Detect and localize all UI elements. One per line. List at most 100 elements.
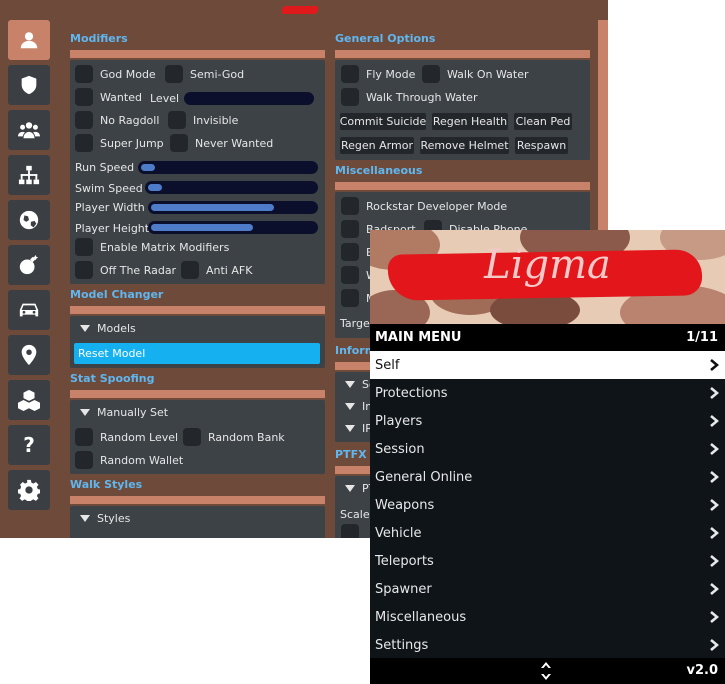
run-speed-slider[interactable] <box>138 161 318 174</box>
sidebar-item-settings[interactable] <box>8 470 50 510</box>
manually-set-dropdown[interactable]: Manually Set <box>80 406 168 419</box>
chevron-right-icon <box>710 499 719 511</box>
stat-spoofing-title: Stat Spoofing <box>70 372 155 385</box>
rockstar-dev-mode-checkbox[interactable]: Rockstar Developer Mode <box>341 197 507 215</box>
invisible-label: Invisible <box>193 113 239 127</box>
chevron-right-icon <box>710 471 719 483</box>
sidebar-item-spawner[interactable] <box>8 380 50 420</box>
off-the-radar-checkbox[interactable]: Off The Radar <box>75 261 176 279</box>
fly-mode-label: Fly Mode <box>366 67 416 81</box>
collapse-arrow-icon <box>345 425 355 432</box>
random-wallet-checkbox[interactable]: Random Wallet <box>75 451 183 469</box>
menu-item-general-online[interactable]: General Online <box>370 463 725 491</box>
random-bank-checkbox[interactable]: Random Bank <box>183 428 285 446</box>
no-ragdoll-checkbox[interactable]: No Ragdoll <box>75 111 159 129</box>
chevron-right-icon <box>710 359 719 371</box>
enable-matrix-checkbox[interactable]: Enable Matrix Modifiers <box>75 238 229 256</box>
globe-icon <box>19 210 39 230</box>
bomb-icon <box>19 254 39 275</box>
invisible-checkbox[interactable]: Invisible <box>168 111 238 129</box>
clean-ped-button[interactable]: Clean Ped <box>514 113 572 130</box>
model-changer-title: Model Changer <box>70 288 164 301</box>
wanted-label: Wanted <box>100 90 142 104</box>
sidebar-item-self[interactable] <box>8 20 50 60</box>
random-bank-label: Random Bank <box>208 430 285 444</box>
collapse-arrow-icon <box>80 409 90 416</box>
fly-mode-checkbox[interactable]: Fly Mode <box>341 65 415 83</box>
no-ragdoll-label: No Ragdoll <box>100 113 160 127</box>
commit-suicide-button[interactable]: Commit Suicide <box>340 113 426 130</box>
random-level-checkbox[interactable]: Random Level <box>75 428 178 446</box>
super-jump-label: Super Jump <box>100 136 164 150</box>
menu-item-spawner[interactable]: Spawner <box>370 575 725 603</box>
never-wanted-label: Never Wanted <box>195 136 274 150</box>
menu-item-self[interactable]: Self <box>370 351 725 379</box>
respawn-button[interactable]: Respawn <box>515 137 568 154</box>
car-icon <box>19 303 39 317</box>
regen-armor-button[interactable]: Regen Armor <box>340 137 414 154</box>
walk-styles-title: Walk Styles <box>70 478 143 491</box>
remove-helmet-button[interactable]: Remove Helmet <box>420 137 509 154</box>
wanted-checkbox[interactable]: Wanted <box>75 88 142 106</box>
chevron-right-icon <box>710 611 719 623</box>
chevron-right-icon <box>710 415 719 427</box>
regen-health-button[interactable]: Regen Health <box>432 113 508 130</box>
anti-afk-checkbox[interactable]: Anti AFK <box>181 261 252 279</box>
never-wanted-checkbox[interactable]: Never Wanted <box>170 134 273 152</box>
up-down-arrows-icon <box>541 662 551 680</box>
player-height-fill <box>151 224 253 231</box>
menu-item-protections[interactable]: Protections <box>370 379 725 407</box>
level-label: Level <box>150 92 180 105</box>
miscellaneous-title: Miscellaneous <box>335 164 423 177</box>
player-height-label: Player Height <box>75 222 150 235</box>
god-mode-checkbox[interactable]: God Mode <box>75 65 156 83</box>
menu-item-label: Session <box>375 441 425 457</box>
walk-through-water-checkbox[interactable]: Walk Through Water <box>341 88 477 106</box>
menu-item-vehicle[interactable]: Vehicle <box>370 519 725 547</box>
sidebar: ? <box>8 20 52 515</box>
god-mode-label: God Mode <box>100 67 156 81</box>
ptfx-scale-label: Scale <box>340 508 370 521</box>
ptfx-checkbox[interactable] <box>341 524 366 538</box>
run-speed-fill <box>141 164 155 171</box>
off-the-radar-label: Off The Radar <box>100 263 177 277</box>
menu-item-session[interactable]: Session <box>370 435 725 463</box>
menu-item-teleports[interactable]: Teleports <box>370 547 725 575</box>
collapse-arrow-icon <box>345 403 355 410</box>
reset-model-button[interactable]: Reset Model <box>74 343 320 364</box>
sidebar-item-weapons[interactable] <box>8 245 50 285</box>
sidebar-item-online[interactable] <box>8 200 50 240</box>
menu-item-settings[interactable]: Settings <box>370 631 725 659</box>
anti-afk-label: Anti AFK <box>206 263 253 277</box>
player-width-slider[interactable] <box>148 201 318 214</box>
chevron-right-icon <box>710 583 719 595</box>
menu-item-players[interactable]: Players <box>370 407 725 435</box>
sidebar-item-vehicle[interactable] <box>8 290 50 330</box>
menu-item-miscellaneous[interactable]: Miscellaneous <box>370 603 725 631</box>
styles-dropdown[interactable]: Styles <box>80 512 130 525</box>
super-jump-checkbox[interactable]: Super Jump <box>75 134 164 152</box>
misc-checkbox-4[interactable]: E <box>341 243 373 261</box>
menu-header-title: MAIN MENU <box>375 330 462 345</box>
sidebar-item-players[interactable] <box>8 110 50 150</box>
walk-on-water-checkbox[interactable]: Walk On Water <box>422 65 528 83</box>
menu-item-weapons[interactable]: Weapons <box>370 491 725 519</box>
menu-version: v2.0 <box>686 663 718 678</box>
models-dropdown[interactable]: Models <box>80 322 136 335</box>
sidebar-item-session[interactable] <box>8 155 50 195</box>
general-options-bar <box>335 50 590 58</box>
semi-god-checkbox[interactable]: Semi-God <box>165 65 244 83</box>
menu-item-label: Settings <box>375 637 429 653</box>
chevron-right-icon <box>710 443 719 455</box>
player-height-slider[interactable] <box>148 221 318 234</box>
swim-speed-slider[interactable] <box>145 181 318 194</box>
menu-item-label: General Online <box>375 469 473 485</box>
sidebar-item-help[interactable]: ? <box>8 425 50 465</box>
information-dropdown-2[interactable]: In <box>345 400 372 413</box>
sidebar-item-teleports[interactable] <box>8 335 50 375</box>
information-dropdown-3[interactable]: IP <box>345 422 372 435</box>
sidebar-item-protections[interactable] <box>8 65 50 105</box>
wanted-level-slider[interactable] <box>184 92 314 105</box>
modifiers-title: Modifiers <box>70 32 128 45</box>
self-icon <box>20 32 38 49</box>
